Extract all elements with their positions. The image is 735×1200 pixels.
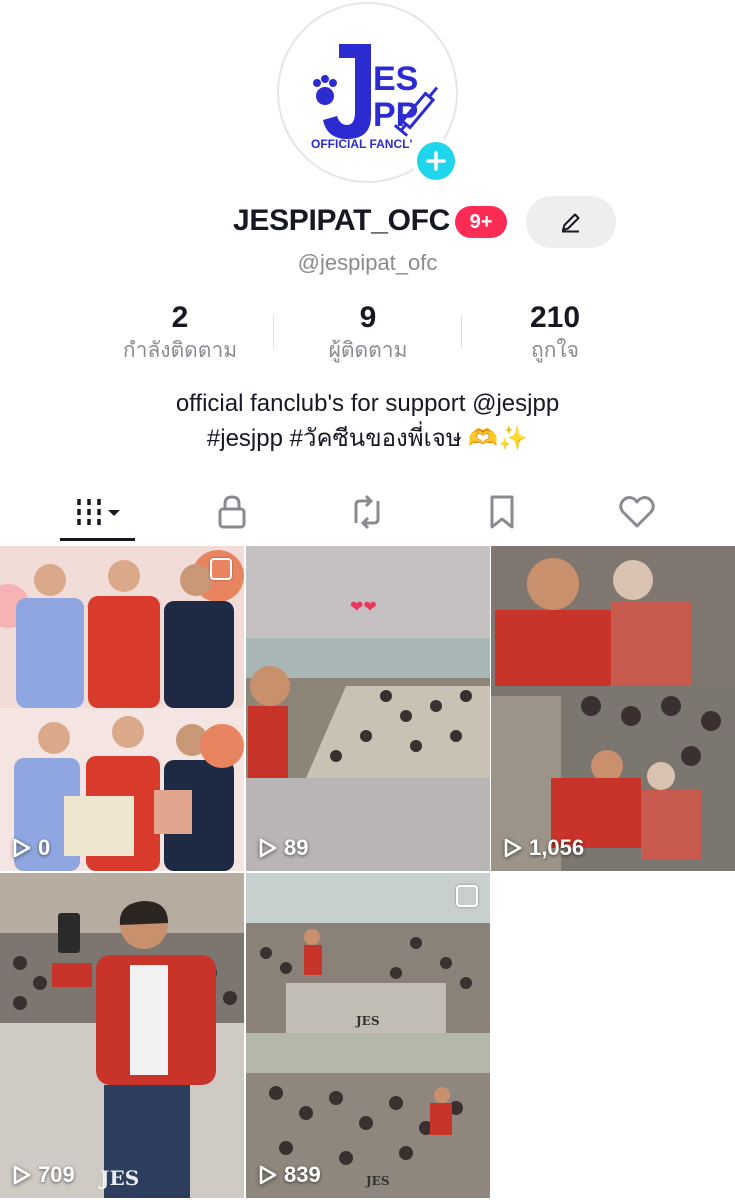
- profile-username: JESPIPAT_OFC: [233, 204, 451, 237]
- stat-likes-label: ถูกใจ: [531, 339, 579, 362]
- stat-following-label: กำลังติดตาม: [122, 339, 238, 362]
- svg-text:❤❤: ❤❤: [350, 599, 377, 616]
- video-views: 0: [10, 835, 50, 861]
- video-thumbnail: ❤❤: [246, 546, 490, 871]
- bio-line-2: #jesjpp #วัคซีนของพี่เจษ 🫶✨: [206, 425, 529, 452]
- video-thumbnail: JES JES: [246, 873, 490, 1198]
- video-tile[interactable]: 0: [0, 546, 244, 871]
- svg-text:OFFICIAL FANCL': OFFICIAL FANCL': [311, 137, 412, 151]
- svg-text:JES: JES: [98, 1166, 139, 1190]
- tab-liked[interactable]: [563, 484, 710, 540]
- video-tile[interactable]: ❤❤ 89: [246, 546, 490, 871]
- video-views: 839: [256, 1162, 321, 1188]
- video-thumbnail: [491, 546, 735, 871]
- tab-videos[interactable]: [24, 484, 171, 540]
- video-views: 709: [10, 1162, 75, 1188]
- stat-followers-label: ผู้ติดตาม: [328, 339, 408, 362]
- video-tile[interactable]: JES JES 839: [246, 873, 490, 1198]
- pencil-icon: [562, 213, 580, 233]
- stat-followers[interactable]: 9 ผู้ติดตาม: [268, 300, 468, 364]
- video-views-count: 0: [38, 835, 51, 860]
- repost-icon: [354, 494, 379, 530]
- photo-carousel-icon: [456, 885, 478, 907]
- stat-following[interactable]: 2 กำลังติดตาม: [80, 300, 280, 364]
- svg-text:ES: ES: [373, 60, 418, 98]
- video-views-count: 709: [38, 1162, 75, 1187]
- video-tile[interactable]: 1,056: [491, 546, 735, 871]
- play-icon: [259, 838, 277, 858]
- svg-text:PP: PP: [373, 96, 418, 134]
- play-icon: [13, 838, 31, 858]
- stat-likes[interactable]: 210 ถูกใจ: [455, 300, 655, 364]
- profile-handle: @jespipat_ofc: [297, 250, 438, 275]
- add-avatar-plus-icon[interactable]: [413, 138, 459, 184]
- bookmark-icon: [490, 495, 513, 529]
- profile-bio: official fanclub's for support @jesjpp #…: [0, 386, 735, 456]
- video-thumbnail: JES: [0, 873, 244, 1198]
- video-views-count: 839: [284, 1162, 321, 1187]
- stat-followers-count: 9: [359, 301, 377, 334]
- heart-icon: [618, 496, 655, 528]
- stat-likes-count: 210: [529, 301, 581, 334]
- bio-line-1: official fanclub's for support @jesjpp: [175, 390, 560, 417]
- active-tab-indicator: [60, 538, 135, 541]
- play-icon: [259, 1165, 277, 1185]
- profile-tabs: [0, 484, 735, 541]
- grid-bars-icon: [76, 499, 120, 525]
- video-views: 1,056: [501, 835, 584, 861]
- tab-favorites[interactable]: [428, 484, 575, 540]
- video-tile[interactable]: JES 709: [0, 873, 244, 1198]
- stat-following-count: 2: [171, 301, 189, 334]
- video-thumbnail: [0, 546, 244, 871]
- play-icon: [504, 838, 522, 858]
- svg-text:JES: JES: [365, 1174, 390, 1188]
- notification-badge[interactable]: 9+: [455, 206, 507, 238]
- edit-profile-button[interactable]: [526, 196, 616, 248]
- video-views-count: 89: [284, 835, 309, 860]
- lock-icon: [218, 495, 245, 529]
- tab-reposts[interactable]: [293, 484, 440, 540]
- tab-private[interactable]: [158, 484, 305, 540]
- svg-text:JES: JES: [355, 1014, 380, 1028]
- photo-carousel-icon: [210, 558, 232, 580]
- video-views-count: 1,056: [529, 835, 585, 860]
- video-views: 89: [256, 835, 308, 861]
- play-icon: [13, 1165, 31, 1185]
